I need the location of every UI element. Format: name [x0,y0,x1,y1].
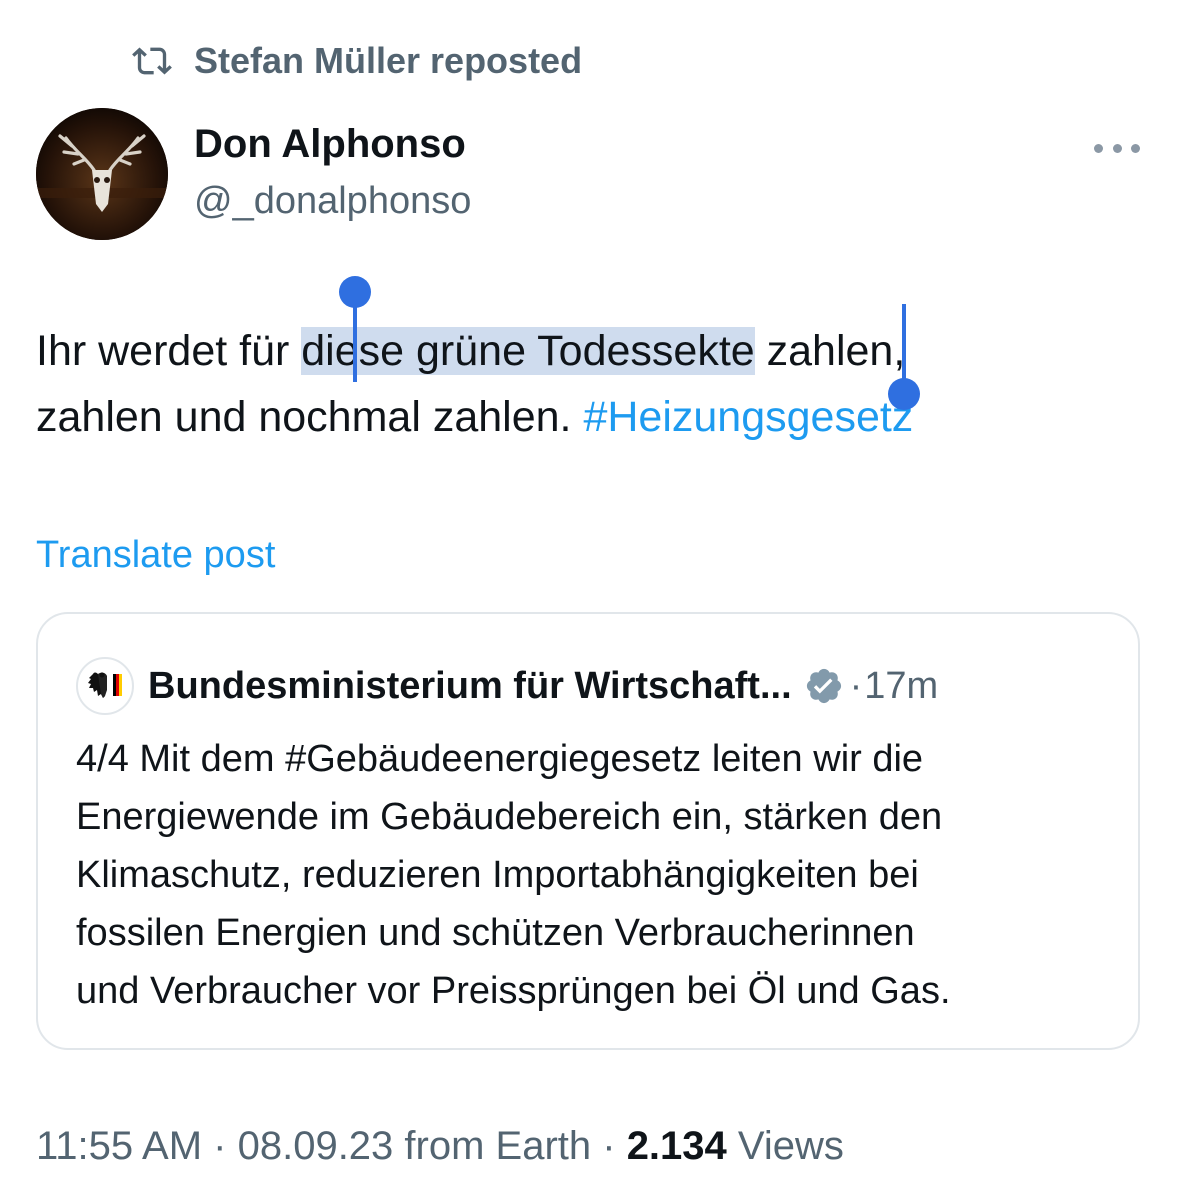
views-label[interactable]: Views [727,1124,844,1168]
more-dot [1094,143,1103,153]
quoted-line: und Verbraucher vor Preissprüngen bei Öl… [76,970,951,1012]
more-dot [1131,143,1140,153]
quoted-line: Klimaschutz, reduzieren Importabhängigke… [76,854,919,896]
selection-start-knob[interactable] [339,276,371,308]
post-text-after-selection: zahlen, [754,327,906,375]
repost-label: Stefan Müller reposted [194,40,583,81]
quoted-line: Energiewende im Gebäudebereich ein, stär… [76,796,943,838]
post-metadata: 11:55 AM · 08.09.23 from Earth · 2.134 V… [36,1124,844,1169]
footer-separator: · [591,1124,627,1168]
translate-post-link[interactable]: Translate post [36,534,275,577]
author-name[interactable]: Don Alphonso [194,122,466,167]
post-line-1: Ihr werdet für diese grüne Todessekte za… [36,318,1146,384]
selection-end-knob[interactable] [888,378,920,410]
post-text-before-selection: Ihr werdet für [36,327,302,375]
quoted-post[interactable]: Bundesministerium für Wirtschaft... · 17… [36,612,1140,1050]
repost-header[interactable]: Stefan Müller reposted [132,38,582,84]
quoted-post-time[interactable]: 17m [864,665,938,708]
federal-eagle-icon [88,672,122,698]
quoted-line: fossilen Energien und schützen Verbrauch… [76,912,915,954]
selected-text[interactable]: diese grüne Todessekte [301,327,755,375]
hashtag-link[interactable]: #Heizungsgesetz [583,393,913,441]
author-handle[interactable]: @_donalphonso [194,180,471,223]
views-count[interactable]: 2.134 [627,1124,727,1168]
quoted-post-text: 4/4 Mit dem #Gebäudeenergiegesetz leiten… [76,730,1116,1020]
selection-start-handle[interactable] [353,304,357,382]
avatar[interactable] [36,108,168,240]
post-date[interactable]: 08.09.23 [238,1124,394,1168]
more-dot [1112,143,1122,153]
quoted-author-name[interactable]: Bundesministerium für Wirtschaft... [148,665,792,708]
ministry-avatar[interactable] [76,657,134,715]
quoted-line: 4/4 Mit dem #Gebäudeenergiegesetz leiten… [76,738,924,780]
stag-skull-image [36,108,168,240]
quoted-post-header: Bundesministerium für Wirtschaft... · 17… [76,657,938,715]
post-text[interactable]: Ihr werdet für diese grüne Todessekte za… [36,318,1146,450]
quoted-post-separator: · [849,664,863,707]
post-time[interactable]: 11:55 AM [36,1124,202,1168]
selection-end-handle[interactable] [902,304,906,388]
verified-badge-icon [806,668,841,704]
post-source: from Earth [393,1124,592,1168]
repost-icon [132,47,172,75]
post-text-line-2: zahlen und nochmal zahlen. [36,393,584,441]
post-line-2: zahlen und nochmal zahlen. #Heizungsgese… [36,384,1146,450]
footer-separator: · [202,1124,238,1168]
more-options-icon[interactable] [1094,136,1140,160]
